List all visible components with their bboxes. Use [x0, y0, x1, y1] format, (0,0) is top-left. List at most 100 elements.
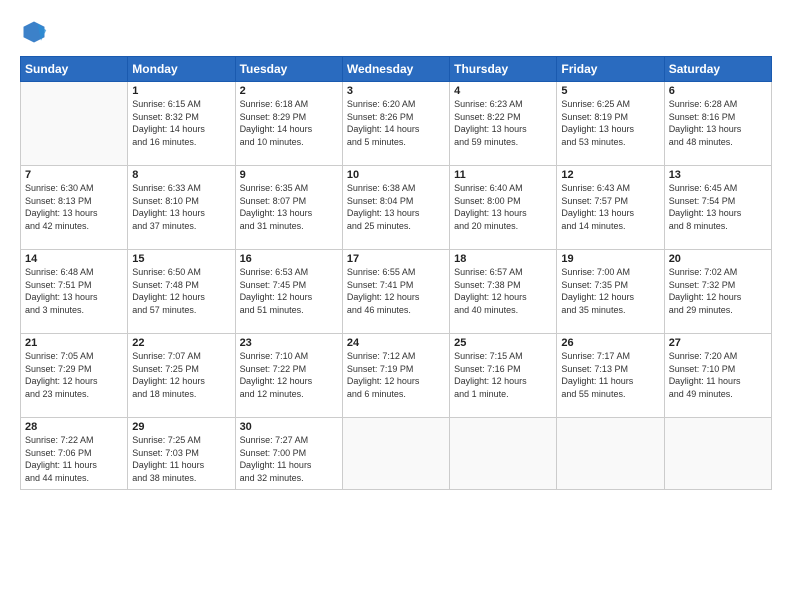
- day-number: 4: [454, 85, 552, 97]
- day-number: 27: [669, 337, 767, 349]
- day-number: 14: [25, 253, 123, 265]
- calendar-cell: 24Sunrise: 7:12 AM Sunset: 7:19 PM Dayli…: [342, 334, 449, 418]
- weekday-header-monday: Monday: [128, 57, 235, 82]
- day-number: 20: [669, 253, 767, 265]
- cell-info: Sunrise: 6:55 AM Sunset: 7:41 PM Dayligh…: [347, 266, 445, 316]
- week-row-4: 21Sunrise: 7:05 AM Sunset: 7:29 PM Dayli…: [21, 334, 772, 418]
- day-number: 3: [347, 85, 445, 97]
- calendar-cell: 10Sunrise: 6:38 AM Sunset: 8:04 PM Dayli…: [342, 166, 449, 250]
- day-number: 15: [132, 253, 230, 265]
- day-number: 11: [454, 169, 552, 181]
- calendar-table: SundayMondayTuesdayWednesdayThursdayFrid…: [20, 56, 772, 490]
- day-number: 8: [132, 169, 230, 181]
- weekday-header-saturday: Saturday: [664, 57, 771, 82]
- day-number: 22: [132, 337, 230, 349]
- calendar-cell: 7Sunrise: 6:30 AM Sunset: 8:13 PM Daylig…: [21, 166, 128, 250]
- calendar-cell: 2Sunrise: 6:18 AM Sunset: 8:29 PM Daylig…: [235, 82, 342, 166]
- cell-info: Sunrise: 6:45 AM Sunset: 7:54 PM Dayligh…: [669, 182, 767, 232]
- calendar-cell: 28Sunrise: 7:22 AM Sunset: 7:06 PM Dayli…: [21, 418, 128, 490]
- calendar-cell: 25Sunrise: 7:15 AM Sunset: 7:16 PM Dayli…: [450, 334, 557, 418]
- cell-info: Sunrise: 7:02 AM Sunset: 7:32 PM Dayligh…: [669, 266, 767, 316]
- calendar-cell: 12Sunrise: 6:43 AM Sunset: 7:57 PM Dayli…: [557, 166, 664, 250]
- week-row-5: 28Sunrise: 7:22 AM Sunset: 7:06 PM Dayli…: [21, 418, 772, 490]
- day-number: 6: [669, 85, 767, 97]
- calendar-cell: 13Sunrise: 6:45 AM Sunset: 7:54 PM Dayli…: [664, 166, 771, 250]
- cell-info: Sunrise: 7:15 AM Sunset: 7:16 PM Dayligh…: [454, 350, 552, 400]
- weekday-header-tuesday: Tuesday: [235, 57, 342, 82]
- day-number: 23: [240, 337, 338, 349]
- calendar-cell: [450, 418, 557, 490]
- calendar-cell: 11Sunrise: 6:40 AM Sunset: 8:00 PM Dayli…: [450, 166, 557, 250]
- calendar-cell: 6Sunrise: 6:28 AM Sunset: 8:16 PM Daylig…: [664, 82, 771, 166]
- cell-info: Sunrise: 6:30 AM Sunset: 8:13 PM Dayligh…: [25, 182, 123, 232]
- calendar-cell: [557, 418, 664, 490]
- weekday-header-sunday: Sunday: [21, 57, 128, 82]
- cell-info: Sunrise: 6:18 AM Sunset: 8:29 PM Dayligh…: [240, 98, 338, 148]
- calendar-cell: 17Sunrise: 6:55 AM Sunset: 7:41 PM Dayli…: [342, 250, 449, 334]
- calendar-cell: 5Sunrise: 6:25 AM Sunset: 8:19 PM Daylig…: [557, 82, 664, 166]
- calendar-cell: 29Sunrise: 7:25 AM Sunset: 7:03 PM Dayli…: [128, 418, 235, 490]
- calendar-cell: 3Sunrise: 6:20 AM Sunset: 8:26 PM Daylig…: [342, 82, 449, 166]
- header: [20, 18, 772, 46]
- day-number: 24: [347, 337, 445, 349]
- day-number: 13: [669, 169, 767, 181]
- calendar-cell: [21, 82, 128, 166]
- cell-info: Sunrise: 6:48 AM Sunset: 7:51 PM Dayligh…: [25, 266, 123, 316]
- cell-info: Sunrise: 6:57 AM Sunset: 7:38 PM Dayligh…: [454, 266, 552, 316]
- logo-icon: [20, 18, 48, 46]
- calendar-cell: 23Sunrise: 7:10 AM Sunset: 7:22 PM Dayli…: [235, 334, 342, 418]
- calendar-cell: [342, 418, 449, 490]
- week-row-1: 1Sunrise: 6:15 AM Sunset: 8:32 PM Daylig…: [21, 82, 772, 166]
- day-number: 30: [240, 421, 338, 433]
- cell-info: Sunrise: 6:28 AM Sunset: 8:16 PM Dayligh…: [669, 98, 767, 148]
- calendar-cell: 14Sunrise: 6:48 AM Sunset: 7:51 PM Dayli…: [21, 250, 128, 334]
- day-number: 16: [240, 253, 338, 265]
- calendar-cell: 21Sunrise: 7:05 AM Sunset: 7:29 PM Dayli…: [21, 334, 128, 418]
- calendar-cell: [664, 418, 771, 490]
- calendar-cell: 16Sunrise: 6:53 AM Sunset: 7:45 PM Dayli…: [235, 250, 342, 334]
- cell-info: Sunrise: 7:25 AM Sunset: 7:03 PM Dayligh…: [132, 434, 230, 484]
- logo: [20, 18, 52, 46]
- cell-info: Sunrise: 6:15 AM Sunset: 8:32 PM Dayligh…: [132, 98, 230, 148]
- calendar-cell: 26Sunrise: 7:17 AM Sunset: 7:13 PM Dayli…: [557, 334, 664, 418]
- calendar-cell: 20Sunrise: 7:02 AM Sunset: 7:32 PM Dayli…: [664, 250, 771, 334]
- cell-info: Sunrise: 7:27 AM Sunset: 7:00 PM Dayligh…: [240, 434, 338, 484]
- day-number: 19: [561, 253, 659, 265]
- cell-info: Sunrise: 7:05 AM Sunset: 7:29 PM Dayligh…: [25, 350, 123, 400]
- week-row-3: 14Sunrise: 6:48 AM Sunset: 7:51 PM Dayli…: [21, 250, 772, 334]
- cell-info: Sunrise: 6:50 AM Sunset: 7:48 PM Dayligh…: [132, 266, 230, 316]
- calendar-cell: 1Sunrise: 6:15 AM Sunset: 8:32 PM Daylig…: [128, 82, 235, 166]
- cell-info: Sunrise: 7:20 AM Sunset: 7:10 PM Dayligh…: [669, 350, 767, 400]
- day-number: 7: [25, 169, 123, 181]
- weekday-header-wednesday: Wednesday: [342, 57, 449, 82]
- cell-info: Sunrise: 7:10 AM Sunset: 7:22 PM Dayligh…: [240, 350, 338, 400]
- calendar-cell: 27Sunrise: 7:20 AM Sunset: 7:10 PM Dayli…: [664, 334, 771, 418]
- day-number: 9: [240, 169, 338, 181]
- calendar-cell: 9Sunrise: 6:35 AM Sunset: 8:07 PM Daylig…: [235, 166, 342, 250]
- day-number: 10: [347, 169, 445, 181]
- weekday-header-friday: Friday: [557, 57, 664, 82]
- day-number: 26: [561, 337, 659, 349]
- cell-info: Sunrise: 7:00 AM Sunset: 7:35 PM Dayligh…: [561, 266, 659, 316]
- cell-info: Sunrise: 7:12 AM Sunset: 7:19 PM Dayligh…: [347, 350, 445, 400]
- cell-info: Sunrise: 6:38 AM Sunset: 8:04 PM Dayligh…: [347, 182, 445, 232]
- day-number: 5: [561, 85, 659, 97]
- cell-info: Sunrise: 7:07 AM Sunset: 7:25 PM Dayligh…: [132, 350, 230, 400]
- day-number: 12: [561, 169, 659, 181]
- day-number: 1: [132, 85, 230, 97]
- day-number: 21: [25, 337, 123, 349]
- day-number: 18: [454, 253, 552, 265]
- cell-info: Sunrise: 6:20 AM Sunset: 8:26 PM Dayligh…: [347, 98, 445, 148]
- day-number: 28: [25, 421, 123, 433]
- calendar-cell: 8Sunrise: 6:33 AM Sunset: 8:10 PM Daylig…: [128, 166, 235, 250]
- cell-info: Sunrise: 7:17 AM Sunset: 7:13 PM Dayligh…: [561, 350, 659, 400]
- calendar-cell: 4Sunrise: 6:23 AM Sunset: 8:22 PM Daylig…: [450, 82, 557, 166]
- week-row-2: 7Sunrise: 6:30 AM Sunset: 8:13 PM Daylig…: [21, 166, 772, 250]
- cell-info: Sunrise: 6:25 AM Sunset: 8:19 PM Dayligh…: [561, 98, 659, 148]
- calendar-cell: 22Sunrise: 7:07 AM Sunset: 7:25 PM Dayli…: [128, 334, 235, 418]
- calendar-cell: 15Sunrise: 6:50 AM Sunset: 7:48 PM Dayli…: [128, 250, 235, 334]
- cell-info: Sunrise: 7:22 AM Sunset: 7:06 PM Dayligh…: [25, 434, 123, 484]
- page: SundayMondayTuesdayWednesdayThursdayFrid…: [0, 0, 792, 612]
- cell-info: Sunrise: 6:35 AM Sunset: 8:07 PM Dayligh…: [240, 182, 338, 232]
- cell-info: Sunrise: 6:23 AM Sunset: 8:22 PM Dayligh…: [454, 98, 552, 148]
